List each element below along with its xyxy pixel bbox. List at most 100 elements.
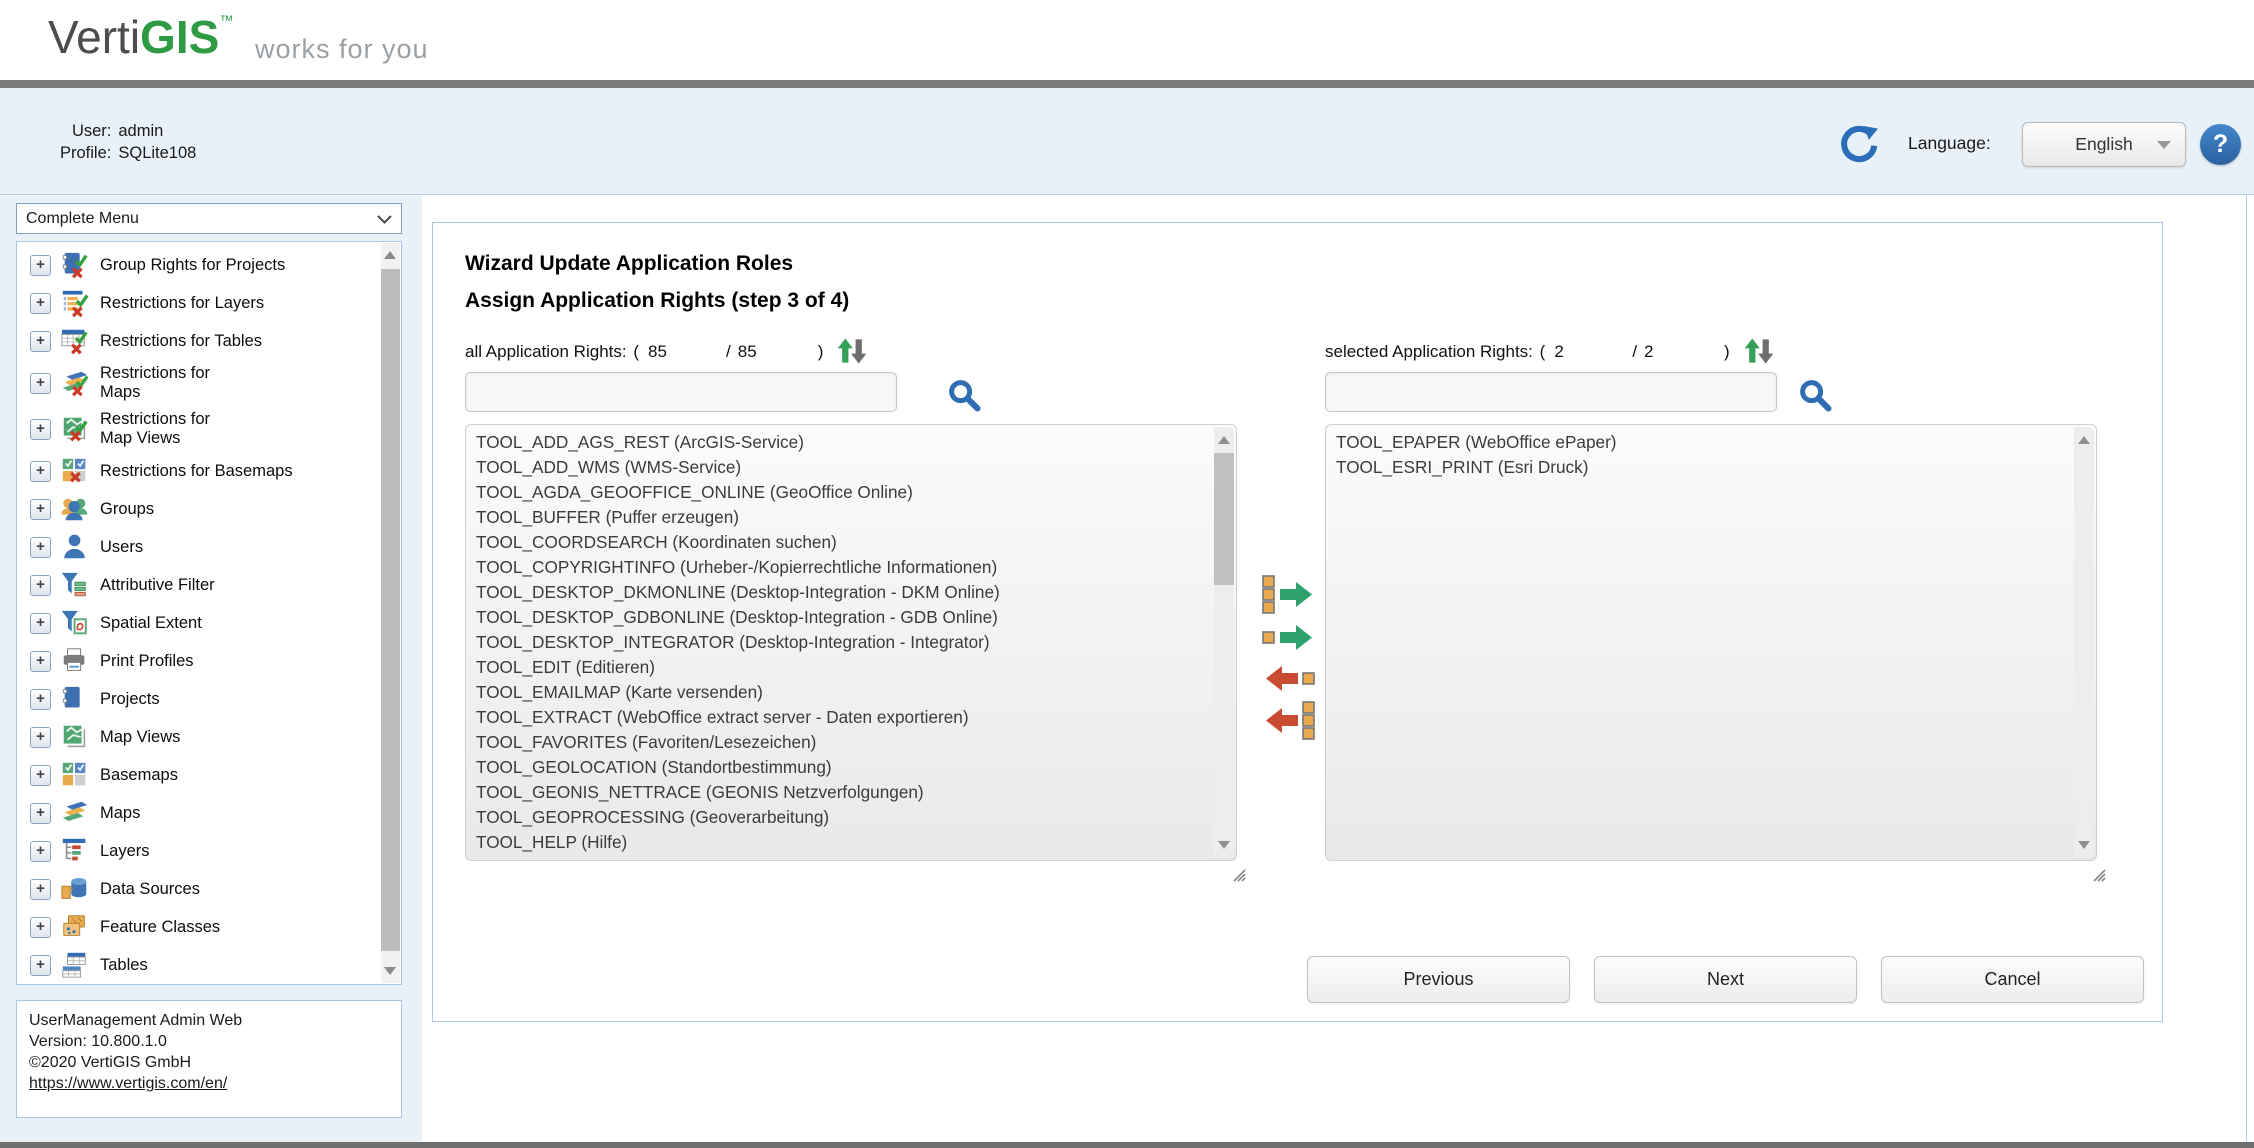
list-item[interactable]: TOOL_EPAPER (WebOffice ePaper)	[1336, 430, 2076, 455]
sort-toggle-button[interactable]	[1742, 336, 1776, 371]
list-item[interactable]: TOOL_IDENTIFY_LAYER (Identifizieren)	[476, 855, 1216, 861]
list-item[interactable]: TOOL_COORDSEARCH (Koordinaten suchen)	[476, 530, 1216, 555]
expand-icon[interactable]: +	[30, 689, 51, 710]
previous-button[interactable]: Previous	[1307, 956, 1570, 1003]
move-selected-right-icon	[1260, 617, 1318, 659]
menu-item-groups[interactable]: +Groups	[17, 490, 373, 528]
all-rights-listbox[interactable]: TOOL_ADD_AGS_REST (ArcGIS-Service)TOOL_A…	[465, 424, 1237, 861]
all-rights-scrollbar[interactable]	[1214, 427, 1234, 858]
menu-filter-select[interactable]: Complete Menu	[16, 203, 402, 234]
menu-item-restrictions-for-maps[interactable]: +Restrictions for Maps	[17, 360, 373, 406]
menu-scrollbar[interactable]	[381, 243, 400, 983]
expand-icon[interactable]: +	[30, 765, 51, 786]
expand-icon[interactable]: +	[30, 917, 51, 938]
menu-item-restrictions-for-tables[interactable]: +Restrictions for Tables	[17, 322, 373, 360]
list-item[interactable]: TOOL_EDIT (Editieren)	[476, 655, 1216, 680]
list-item[interactable]: TOOL_BUFFER (Puffer erzeugen)	[476, 505, 1216, 530]
move-selected-left-button[interactable]	[1260, 658, 1318, 700]
list-item[interactable]: TOOL_HELP (Hilfe)	[476, 830, 1216, 855]
restrictions-layers-icon	[60, 288, 90, 318]
menu-item-group-rights-for-projects[interactable]: + Group Rights for Projects	[17, 246, 373, 284]
resize-grip[interactable]	[2090, 866, 2107, 883]
list-item[interactable]: TOOL_DESKTOP_INTEGRATOR (Desktop-Integra…	[476, 630, 1216, 655]
next-button[interactable]: Next	[1594, 956, 1857, 1003]
expand-icon[interactable]: +	[30, 461, 51, 482]
menu-item-attributive-filter[interactable]: +Attributive Filter	[17, 566, 373, 604]
menu-item-data-sources[interactable]: +Data Sources	[17, 870, 373, 908]
list-item[interactable]: TOOL_AGDA_GEOOFFICE_ONLINE (GeoOffice On…	[476, 480, 1216, 505]
expand-icon[interactable]: +	[30, 575, 51, 596]
menu-item-spatial-extent[interactable]: +Spatial Extent	[17, 604, 373, 642]
scrollbar-thumb[interactable]	[1214, 453, 1234, 585]
expand-icon[interactable]: +	[30, 331, 51, 352]
menu-item-layers[interactable]: +Layers	[17, 832, 373, 870]
expand-icon[interactable]: +	[30, 841, 51, 862]
menu-item-restrictions-for-map-views[interactable]: +Restrictions for Map Views	[17, 406, 373, 452]
menu-item-feature-classes[interactable]: +Feature Classes	[17, 908, 373, 946]
menu-item-basemaps[interactable]: +Basemaps	[17, 756, 373, 794]
expand-icon[interactable]: +	[30, 537, 51, 558]
menu-item-restrictions-for-basemaps[interactable]: +Restrictions for Basemaps	[17, 452, 373, 490]
scroll-down-icon[interactable]	[1218, 841, 1230, 849]
list-item[interactable]: TOOL_DESKTOP_DKMONLINE (Desktop-Integrat…	[476, 580, 1216, 605]
menu-item-label: Group Rights for Projects	[100, 256, 285, 275]
language-select[interactable]: English	[2022, 122, 2186, 167]
move-all-left-button[interactable]	[1260, 700, 1318, 742]
list-item[interactable]: TOOL_ADD_WMS (WMS-Service)	[476, 455, 1216, 480]
list-item[interactable]: TOOL_EMAILMAP (Karte versenden)	[476, 680, 1216, 705]
expand-icon[interactable]: +	[30, 419, 51, 440]
layers-icon	[60, 836, 90, 866]
move-all-right-button[interactable]	[1260, 574, 1318, 616]
expand-icon[interactable]: +	[30, 803, 51, 824]
app-header: VertiGIS™ works for you	[0, 0, 2254, 80]
expand-icon[interactable]: +	[30, 651, 51, 672]
selected-rights-scrollbar[interactable]	[2074, 427, 2094, 858]
scroll-up-icon[interactable]	[384, 251, 396, 259]
projects-icon	[60, 684, 90, 714]
all-rights-count-total: 85	[731, 342, 816, 362]
groups-icon	[60, 494, 90, 524]
list-item[interactable]: TOOL_GEOPROCESSING (Geoverarbeitung)	[476, 805, 1216, 830]
search-button[interactable]	[946, 377, 982, 418]
expand-icon[interactable]: +	[30, 879, 51, 900]
menu-item-maps[interactable]: +Maps	[17, 794, 373, 832]
selected-rights-listbox[interactable]: TOOL_EPAPER (WebOffice ePaper)TOOL_ESRI_…	[1325, 424, 2097, 861]
menu-item-map-views[interactable]: +Map Views	[17, 718, 373, 756]
expand-icon[interactable]: +	[30, 727, 51, 748]
list-item[interactable]: TOOL_FAVORITES (Favoriten/Lesezeichen)	[476, 730, 1216, 755]
vendor-link[interactable]: https://www.vertigis.com/en/	[29, 1075, 227, 1092]
move-selected-right-button[interactable]	[1260, 617, 1318, 659]
help-button[interactable]: ?	[2200, 124, 2241, 165]
menu-item-restrictions-for-layers[interactable]: +Restrictions for Layers	[17, 284, 373, 322]
scrollbar-thumb[interactable]	[381, 269, 400, 951]
list-item[interactable]: TOOL_COPYRIGHTINFO (Urheber-/Kopierrecht…	[476, 555, 1216, 580]
scroll-up-icon[interactable]	[1218, 436, 1230, 444]
expand-icon[interactable]: +	[30, 293, 51, 314]
list-item[interactable]: TOOL_GEONIS_NETTRACE (GEONIS Netzverfolg…	[476, 780, 1216, 805]
expand-icon[interactable]: +	[30, 255, 51, 276]
scroll-down-icon[interactable]	[2078, 841, 2090, 849]
search-button[interactable]	[1797, 377, 1833, 418]
resize-grip[interactable]	[1230, 866, 1247, 883]
menu-item-tables[interactable]: +Tables	[17, 946, 373, 984]
list-item[interactable]: TOOL_EXTRACT (WebOffice extract server -…	[476, 705, 1216, 730]
expand-icon[interactable]: +	[30, 373, 51, 394]
menu-item-print-profiles[interactable]: +Print Profiles	[17, 642, 373, 680]
move-all-left-icon	[1260, 700, 1318, 742]
list-item[interactable]: TOOL_ADD_AGS_REST (ArcGIS-Service)	[476, 430, 1216, 455]
expand-icon[interactable]: +	[30, 955, 51, 976]
refresh-button[interactable]	[1838, 124, 1880, 166]
scroll-up-icon[interactable]	[2078, 436, 2090, 444]
all-rights-search-input[interactable]	[465, 372, 897, 412]
menu-item-projects[interactable]: +Projects	[17, 680, 373, 718]
sort-toggle-button[interactable]	[835, 336, 869, 371]
list-item[interactable]: TOOL_DESKTOP_GDBONLINE (Desktop-Integrat…	[476, 605, 1216, 630]
expand-icon[interactable]: +	[30, 499, 51, 520]
menu-item-users[interactable]: +Users	[17, 528, 373, 566]
expand-icon[interactable]: +	[30, 613, 51, 634]
selected-rights-search-input[interactable]	[1325, 372, 1777, 412]
scroll-down-icon[interactable]	[384, 967, 396, 975]
list-item[interactable]: TOOL_ESRI_PRINT (Esri Druck)	[1336, 455, 2076, 480]
list-item[interactable]: TOOL_GEOLOCATION (Standortbestimmung)	[476, 755, 1216, 780]
cancel-button[interactable]: Cancel	[1881, 956, 2144, 1003]
